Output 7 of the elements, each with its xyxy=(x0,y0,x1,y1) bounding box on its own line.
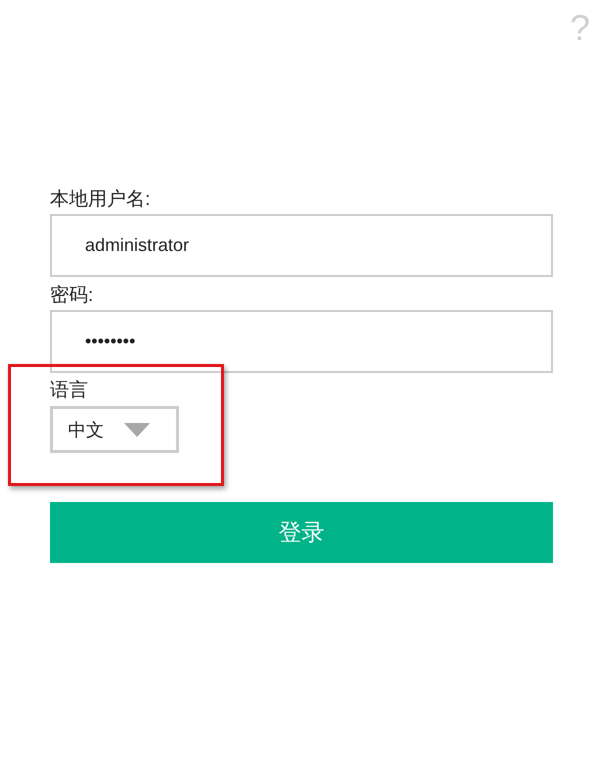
input-field[interactable]: •••••••• xyxy=(50,310,553,373)
language-dropdown[interactable]: 中文 xyxy=(50,406,179,453)
field-label: 密码: xyxy=(50,284,94,308)
caret-icon xyxy=(124,422,150,436)
input-field[interactable]: administrator xyxy=(50,214,553,277)
field-label: 语言 xyxy=(50,379,88,403)
field-label: 本地用户名: xyxy=(50,188,150,212)
